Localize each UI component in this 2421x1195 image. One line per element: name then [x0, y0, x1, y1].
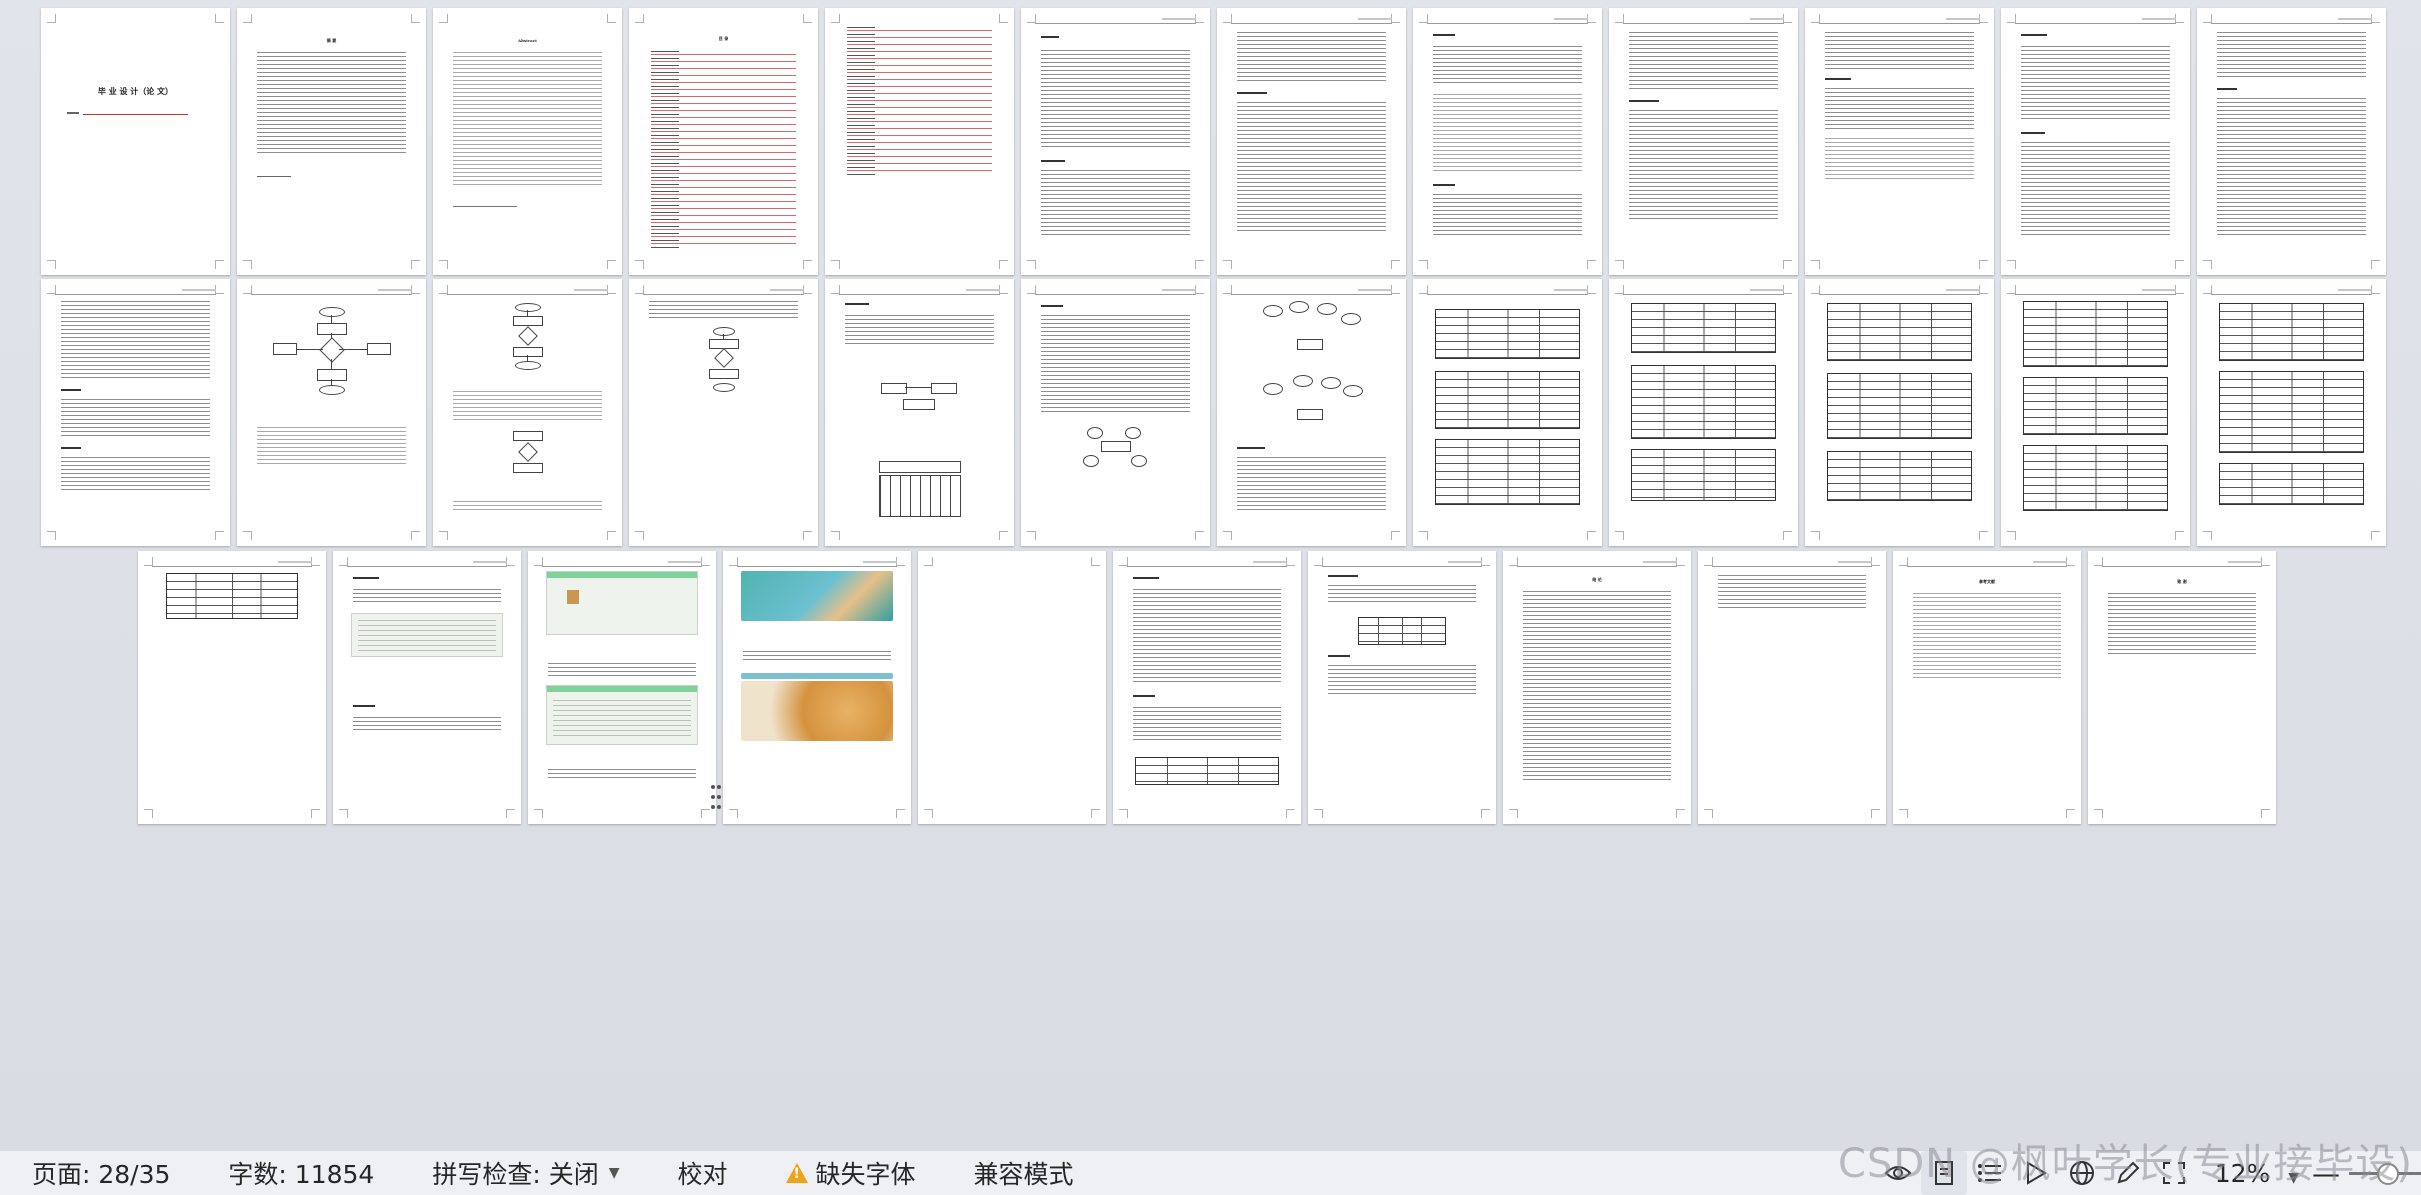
page-thumbnail[interactable] [723, 551, 911, 824]
spellcheck-label: 拼写检查: 关闭 [432, 1160, 599, 1189]
warning-icon [785, 1163, 808, 1183]
thanks-heading: 致 谢 [2177, 579, 2187, 584]
page-thumbnail[interactable] [41, 279, 230, 546]
page-thumbnail[interactable] [2197, 279, 2386, 546]
toc-heading: 目 录 [718, 36, 729, 41]
page-thumbnail[interactable]: 目 录 [629, 8, 818, 275]
page-thumbnail[interactable] [825, 279, 1014, 546]
page-thumbnail[interactable] [1308, 551, 1496, 824]
page-thumbnail[interactable]: 参考文献 [1893, 551, 2081, 824]
page-thumbnail[interactable] [629, 279, 818, 546]
page-thumbnail[interactable]: 结 论 [1503, 551, 1691, 824]
compat-mode-label: 兼容模式 [973, 1160, 1074, 1189]
page-thumbnail[interactable] [2001, 279, 2190, 546]
page-thumbnail[interactable] [1609, 279, 1798, 546]
abstract-heading: 摘 要 [326, 38, 337, 43]
page-thumbnail[interactable] [1113, 551, 1301, 824]
conclusion-heading: 结 论 [1592, 577, 1602, 582]
chevron-down-icon: ▼ [608, 1165, 620, 1181]
page-thumbnail[interactable]: Abstract [433, 8, 622, 275]
word-count[interactable]: 字数: 11854 [196, 1151, 400, 1195]
page-thumbnail[interactable] [138, 551, 326, 824]
watermark: CSDN @枫叶学长(专业接毕设) [1838, 1141, 2413, 1187]
page-thumbnail[interactable]: 毕 业 设 计（论 文） [41, 8, 230, 275]
page-thumbnail[interactable] [1413, 8, 1602, 275]
page-thumbnail[interactable]: 致 谢 [2088, 551, 2276, 824]
page-thumbnail[interactable] [1217, 279, 1406, 546]
page-thumbnail[interactable] [237, 279, 426, 546]
page-thumbnail[interactable] [1217, 8, 1406, 275]
page-thumbnail[interactable] [2197, 8, 2386, 275]
missing-fonts-label: 缺失字体 [815, 1160, 916, 1189]
proofread-button[interactable]: 校对 [645, 1151, 753, 1195]
page-thumbnail[interactable] [1805, 279, 1994, 546]
page-row-3: 结 论 参考文献 致 谢 [138, 551, 2276, 824]
spellcheck-toggle[interactable]: 拼写检查: 关闭 ▼ [400, 1151, 645, 1195]
page-thumbnail[interactable]: 摘 要 [237, 8, 426, 275]
page-row-2 [41, 279, 2386, 546]
page-thumbnail[interactable] [2001, 8, 2190, 275]
abstract-heading-en: Abstract [518, 38, 537, 43]
page-thumbnail[interactable] [433, 279, 622, 546]
page-thumbnail[interactable] [1021, 279, 1210, 546]
page-indicator[interactable]: 页面: 28/35 [0, 1151, 196, 1195]
page-thumbnail[interactable] [1698, 551, 1886, 824]
page-thumbnail[interactable] [528, 551, 716, 824]
drag-handle-icon[interactable] [710, 782, 724, 816]
references-heading: 参考文献 [1979, 579, 1995, 584]
page-thumbnail[interactable] [1021, 8, 1210, 275]
cover-title: 毕 业 设 计（论 文） [97, 86, 174, 96]
page-thumbnail[interactable] [333, 551, 521, 824]
document-canvas[interactable]: 毕 业 设 计（论 文） 摘 要 Abstract 目 录 结 论 参考文献 致… [0, 0, 2421, 1150]
page-thumbnail[interactable] [1413, 279, 1602, 546]
page-thumbnail[interactable] [1609, 8, 1798, 275]
page-row-1: 毕 业 设 计（论 文） 摘 要 Abstract 目 录 [41, 8, 2386, 275]
missing-fonts-button[interactable]: 缺失字体 [754, 1151, 942, 1195]
page-thumbnail[interactable] [1805, 8, 1994, 275]
page-thumbnail[interactable] [825, 8, 1014, 275]
page-thumbnail[interactable] [918, 551, 1106, 824]
